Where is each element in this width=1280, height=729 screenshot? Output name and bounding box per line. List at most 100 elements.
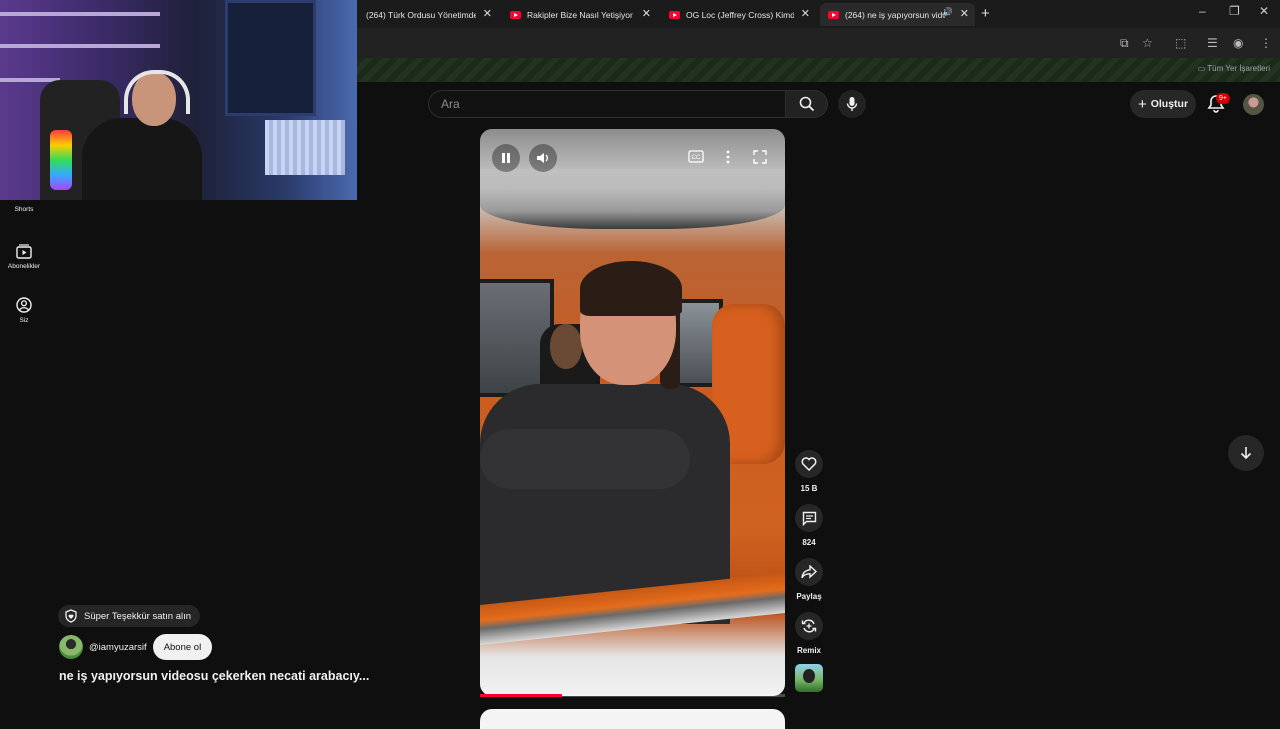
volume-button[interactable] xyxy=(529,144,557,172)
video-progress-bar[interactable] xyxy=(480,694,785,697)
tab-close-icon[interactable]: ✕ xyxy=(483,7,492,20)
sidebar-item-subscriptions[interactable]: Abonelikler xyxy=(0,244,48,270)
channel-avatar[interactable] xyxy=(59,635,83,659)
sidebar-item-shorts[interactable]: Shorts xyxy=(0,206,48,213)
tab-og-loc[interactable]: OG Loc (Jeffrey Cross) Kimdir? ✕ xyxy=(661,3,816,26)
channel-handle[interactable]: @iamyuzarsif xyxy=(89,642,147,653)
short-title[interactable]: ne iş yapıyorsun videosu çekerken necati… xyxy=(59,669,379,683)
profile-icon[interactable]: ◉ xyxy=(1233,36,1243,50)
youtube-favicon-icon xyxy=(828,10,839,19)
extensions-icon[interactable]: ⬚ xyxy=(1175,36,1186,50)
super-thanks-button[interactable]: Süper Teşekkür satın alın xyxy=(58,605,201,627)
subscribe-button[interactable]: Abone ol xyxy=(152,634,213,660)
search-placeholder: Ara xyxy=(441,97,460,111)
new-tab-button[interactable]: + xyxy=(981,5,990,22)
microphone-icon xyxy=(846,97,858,111)
shelf xyxy=(0,44,160,48)
browser-menu-icon[interactable]: ⋮ xyxy=(1260,36,1272,50)
tab-title: Rakipler Bize Nasıl Yetişiyor ( İZ xyxy=(527,9,635,20)
comments-button[interactable]: 824 xyxy=(794,504,824,547)
share-label: Paylaş xyxy=(796,592,822,601)
you-icon xyxy=(16,297,32,313)
remix-label: Remix xyxy=(796,646,821,655)
captions-button[interactable]: CC xyxy=(688,150,704,168)
sidebar-item-label: Siz xyxy=(19,317,29,324)
youtube-favicon-icon xyxy=(510,10,521,19)
heart-icon xyxy=(801,457,817,471)
channel-row: @iamyuzarsif Abone ol xyxy=(59,634,213,660)
streamer-body xyxy=(82,118,202,200)
volume-icon xyxy=(537,153,548,163)
tab-title: (264) Türk Ordusu Yönetimde N xyxy=(366,9,476,20)
sidebar-item-you[interactable]: Siz xyxy=(0,297,48,324)
share-icon xyxy=(801,565,817,579)
sidebar-item-label: Shorts xyxy=(14,206,34,213)
tab-close-icon[interactable]: ✕ xyxy=(960,7,969,20)
restore-button[interactable]: ❐ xyxy=(1229,4,1240,18)
like-button[interactable]: 15 B xyxy=(794,450,824,493)
short-video-player[interactable]: CC xyxy=(480,129,785,696)
tab-close-icon[interactable]: ✕ xyxy=(642,7,651,20)
tab-close-icon[interactable]: ✕ xyxy=(801,7,810,20)
search-icon xyxy=(799,96,814,112)
sidebar-item-label: Abonelikler xyxy=(7,263,41,270)
streamer-webcam-overlay xyxy=(0,0,357,200)
remix-button[interactable]: Remix xyxy=(794,612,824,655)
all-bookmarks-folder[interactable]: ▭ Tüm Yer İşaretleri xyxy=(1198,64,1270,73)
tab-audio-icon[interactable]: 🔊 xyxy=(942,7,953,18)
super-thanks-label: Süper Teşekkür satın alın xyxy=(84,610,192,622)
share-button[interactable]: Paylaş xyxy=(794,558,824,601)
tab-current-short[interactable]: (264) ne iş yapıyorsun vide 🔊 ✕ xyxy=(820,3,975,26)
youtube-favicon-icon xyxy=(669,10,680,19)
room-window xyxy=(225,0,316,116)
svg-text:CC: CC xyxy=(692,155,701,161)
shelf xyxy=(0,12,160,16)
folder-icon: ▭ xyxy=(1197,64,1206,73)
tab-title: (264) ne iş yapıyorsun vide xyxy=(845,9,945,20)
controls-scrim xyxy=(480,129,785,189)
fullscreen-icon xyxy=(753,150,767,164)
arrow-down-icon xyxy=(1240,447,1252,460)
account-avatar[interactable] xyxy=(1243,94,1264,115)
all-bookmarks-label: Tüm Yer İşaretleri xyxy=(1207,64,1270,73)
create-label: Oluştur xyxy=(1150,98,1189,110)
fullscreen-button[interactable] xyxy=(753,150,767,169)
notification-count-badge: 9+ xyxy=(1216,93,1230,104)
tab-turk-ordusu[interactable]: (264) Türk Ordusu Yönetimde N ✕ xyxy=(358,3,498,26)
pause-icon xyxy=(502,153,510,163)
install-app-icon[interactable]: ⧉ xyxy=(1120,36,1129,51)
like-count: 15 B xyxy=(800,484,818,493)
create-button[interactable]: + Oluştur xyxy=(1130,90,1196,118)
search-button[interactable] xyxy=(786,90,828,118)
rgb-light xyxy=(50,130,72,190)
pause-button[interactable] xyxy=(492,144,520,172)
subscriptions-icon xyxy=(16,244,32,259)
next-short-preview[interactable] xyxy=(480,709,785,729)
comment-count: 824 xyxy=(802,538,816,547)
super-thanks-icon xyxy=(65,609,77,623)
more-vert-icon xyxy=(726,150,730,164)
bookmarks-bar: ▭ Tüm Yer İşaretleri xyxy=(357,58,1280,82)
next-short-button[interactable] xyxy=(1228,435,1264,471)
remix-icon xyxy=(801,619,817,633)
more-options-button[interactable] xyxy=(726,150,730,169)
browser-toolbar: ⧉ ☆ ⬚ ☰ ◉ ⋮ xyxy=(357,28,1280,60)
voice-search-button[interactable] xyxy=(838,90,866,118)
tab-title: OG Loc (Jeffrey Cross) Kimdir? xyxy=(686,9,794,20)
captions-icon: CC xyxy=(688,150,704,163)
search-input[interactable]: Ara xyxy=(428,90,786,118)
close-window-button[interactable]: ✕ xyxy=(1259,4,1269,18)
passenger-arm xyxy=(480,429,690,489)
reading-list-icon[interactable]: ☰ xyxy=(1207,36,1218,50)
driver-head xyxy=(550,324,582,369)
headset xyxy=(124,70,190,114)
comment-icon xyxy=(802,511,816,526)
radiator xyxy=(265,120,345,175)
plus-icon: + xyxy=(1137,95,1147,113)
minimize-button[interactable]: – xyxy=(1199,4,1206,18)
passenger-hair-top xyxy=(580,261,682,316)
bookmark-star-icon[interactable]: ☆ xyxy=(1142,36,1153,50)
video-progress-fill xyxy=(480,694,563,697)
tab-rakipler[interactable]: Rakipler Bize Nasıl Yetişiyor ( İZ ✕ xyxy=(502,3,657,26)
channel-thumbnail[interactable] xyxy=(795,664,823,692)
